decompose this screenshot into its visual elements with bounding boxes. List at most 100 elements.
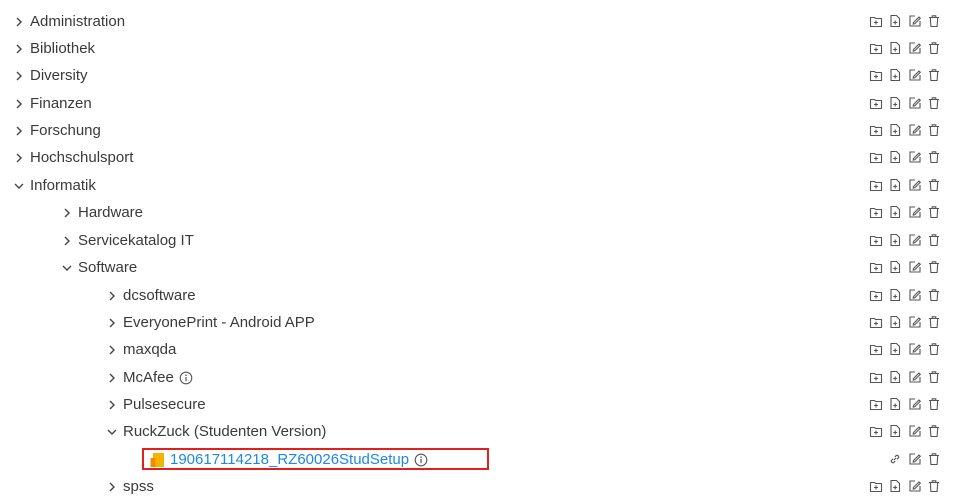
delete-icon[interactable]: [927, 260, 941, 274]
chevron-right-icon[interactable]: [12, 97, 26, 111]
chevron-right-icon[interactable]: [60, 234, 74, 248]
add-folder-icon[interactable]: [869, 178, 883, 192]
chevron-right-icon[interactable]: [105, 371, 119, 385]
tree-node-ruckzuck[interactable]: RuckZuck (Studenten Version): [105, 418, 326, 445]
tree-node-servicekatalog-it[interactable]: Servicekatalog IT: [60, 227, 194, 254]
delete-icon[interactable]: [927, 342, 941, 356]
tree-node-everyoneprint[interactable]: EveryonePrint - Android APP: [105, 309, 315, 336]
add-folder-icon[interactable]: [869, 260, 883, 274]
add-folder-icon[interactable]: [869, 14, 883, 28]
add-file-icon[interactable]: [888, 424, 902, 438]
tree-node-spss[interactable]: spss: [105, 473, 154, 500]
add-file-icon[interactable]: [888, 315, 902, 329]
add-file-icon[interactable]: [888, 233, 902, 247]
chevron-right-icon[interactable]: [105, 343, 119, 357]
delete-icon[interactable]: [927, 68, 941, 82]
tree-node-pulsesecure[interactable]: Pulsesecure: [105, 391, 206, 418]
info-icon[interactable]: [179, 371, 193, 385]
delete-icon[interactable]: [927, 370, 941, 384]
delete-icon[interactable]: [927, 424, 941, 438]
add-file-icon[interactable]: [888, 288, 902, 302]
chevron-right-icon[interactable]: [60, 206, 74, 220]
chevron-right-icon[interactable]: [105, 289, 119, 303]
delete-icon[interactable]: [927, 397, 941, 411]
edit-icon[interactable]: [908, 150, 922, 164]
edit-icon[interactable]: [908, 41, 922, 55]
tree-node-hochschulsport[interactable]: Hochschulsport: [12, 144, 133, 171]
delete-icon[interactable]: [927, 96, 941, 110]
add-folder-icon[interactable]: [869, 123, 883, 137]
add-file-icon[interactable]: [888, 14, 902, 28]
info-icon[interactable]: [414, 453, 428, 467]
delete-icon[interactable]: [927, 205, 941, 219]
delete-icon[interactable]: [927, 178, 941, 192]
chevron-right-icon[interactable]: [105, 398, 119, 412]
add-folder-icon[interactable]: [869, 370, 883, 384]
add-file-icon[interactable]: [888, 370, 902, 384]
edit-icon[interactable]: [908, 288, 922, 302]
edit-icon[interactable]: [908, 424, 922, 438]
delete-icon[interactable]: [927, 14, 941, 28]
tree-node-administration[interactable]: Administration: [12, 8, 125, 35]
add-file-icon[interactable]: [888, 260, 902, 274]
edit-icon[interactable]: [908, 14, 922, 28]
chevron-right-icon[interactable]: [12, 69, 26, 83]
tree-node-finanzen[interactable]: Finanzen: [12, 90, 92, 117]
delete-icon[interactable]: [927, 233, 941, 247]
chevron-right-icon[interactable]: [12, 15, 26, 29]
add-file-icon[interactable]: [888, 68, 902, 82]
add-folder-icon[interactable]: [869, 397, 883, 411]
edit-icon[interactable]: [908, 68, 922, 82]
add-folder-icon[interactable]: [869, 41, 883, 55]
delete-icon[interactable]: [927, 123, 941, 137]
edit-icon[interactable]: [908, 260, 922, 274]
edit-icon[interactable]: [908, 123, 922, 137]
tree-node-maxqda[interactable]: maxqda: [105, 336, 176, 363]
chevron-down-icon[interactable]: [60, 261, 74, 275]
add-file-icon[interactable]: [888, 150, 902, 164]
delete-icon[interactable]: [927, 452, 941, 466]
tree-node-software[interactable]: Software: [60, 254, 137, 281]
add-folder-icon[interactable]: [869, 233, 883, 247]
add-file-icon[interactable]: [888, 178, 902, 192]
edit-icon[interactable]: [908, 315, 922, 329]
tree-node-mcafee[interactable]: McAfee: [105, 364, 193, 391]
link-icon[interactable]: [888, 452, 902, 466]
chevron-right-icon[interactable]: [105, 480, 119, 494]
add-file-icon[interactable]: [888, 41, 902, 55]
edit-icon[interactable]: [908, 397, 922, 411]
chevron-down-icon[interactable]: [105, 425, 119, 439]
tree-node-dcsoftware[interactable]: dcsoftware: [105, 282, 196, 309]
add-folder-icon[interactable]: [869, 205, 883, 219]
add-folder-icon[interactable]: [869, 424, 883, 438]
add-file-icon[interactable]: [888, 205, 902, 219]
file-link-setup[interactable]: 190617114218_RZ60026StudSetup: [150, 446, 428, 473]
add-folder-icon[interactable]: [869, 288, 883, 302]
add-file-icon[interactable]: [888, 479, 902, 493]
chevron-right-icon[interactable]: [105, 316, 119, 330]
delete-icon[interactable]: [927, 479, 941, 493]
edit-icon[interactable]: [908, 370, 922, 384]
edit-icon[interactable]: [908, 479, 922, 493]
edit-icon[interactable]: [908, 205, 922, 219]
tree-node-diversity[interactable]: Diversity: [12, 62, 88, 89]
chevron-right-icon[interactable]: [12, 124, 26, 138]
add-folder-icon[interactable]: [869, 68, 883, 82]
tree-node-forschung[interactable]: Forschung: [12, 117, 101, 144]
edit-icon[interactable]: [908, 342, 922, 356]
add-file-icon[interactable]: [888, 342, 902, 356]
chevron-right-icon[interactable]: [12, 151, 26, 165]
edit-icon[interactable]: [908, 233, 922, 247]
add-folder-icon[interactable]: [869, 96, 883, 110]
delete-icon[interactable]: [927, 150, 941, 164]
add-folder-icon[interactable]: [869, 315, 883, 329]
delete-icon[interactable]: [927, 288, 941, 302]
add-folder-icon[interactable]: [869, 150, 883, 164]
file-link-label[interactable]: 190617114218_RZ60026StudSetup: [170, 452, 409, 467]
delete-icon[interactable]: [927, 41, 941, 55]
chevron-down-icon[interactable]: [12, 179, 26, 193]
tree-node-bibliothek[interactable]: Bibliothek: [12, 35, 95, 62]
add-file-icon[interactable]: [888, 123, 902, 137]
tree-node-informatik[interactable]: Informatik: [12, 172, 96, 199]
edit-icon[interactable]: [908, 96, 922, 110]
